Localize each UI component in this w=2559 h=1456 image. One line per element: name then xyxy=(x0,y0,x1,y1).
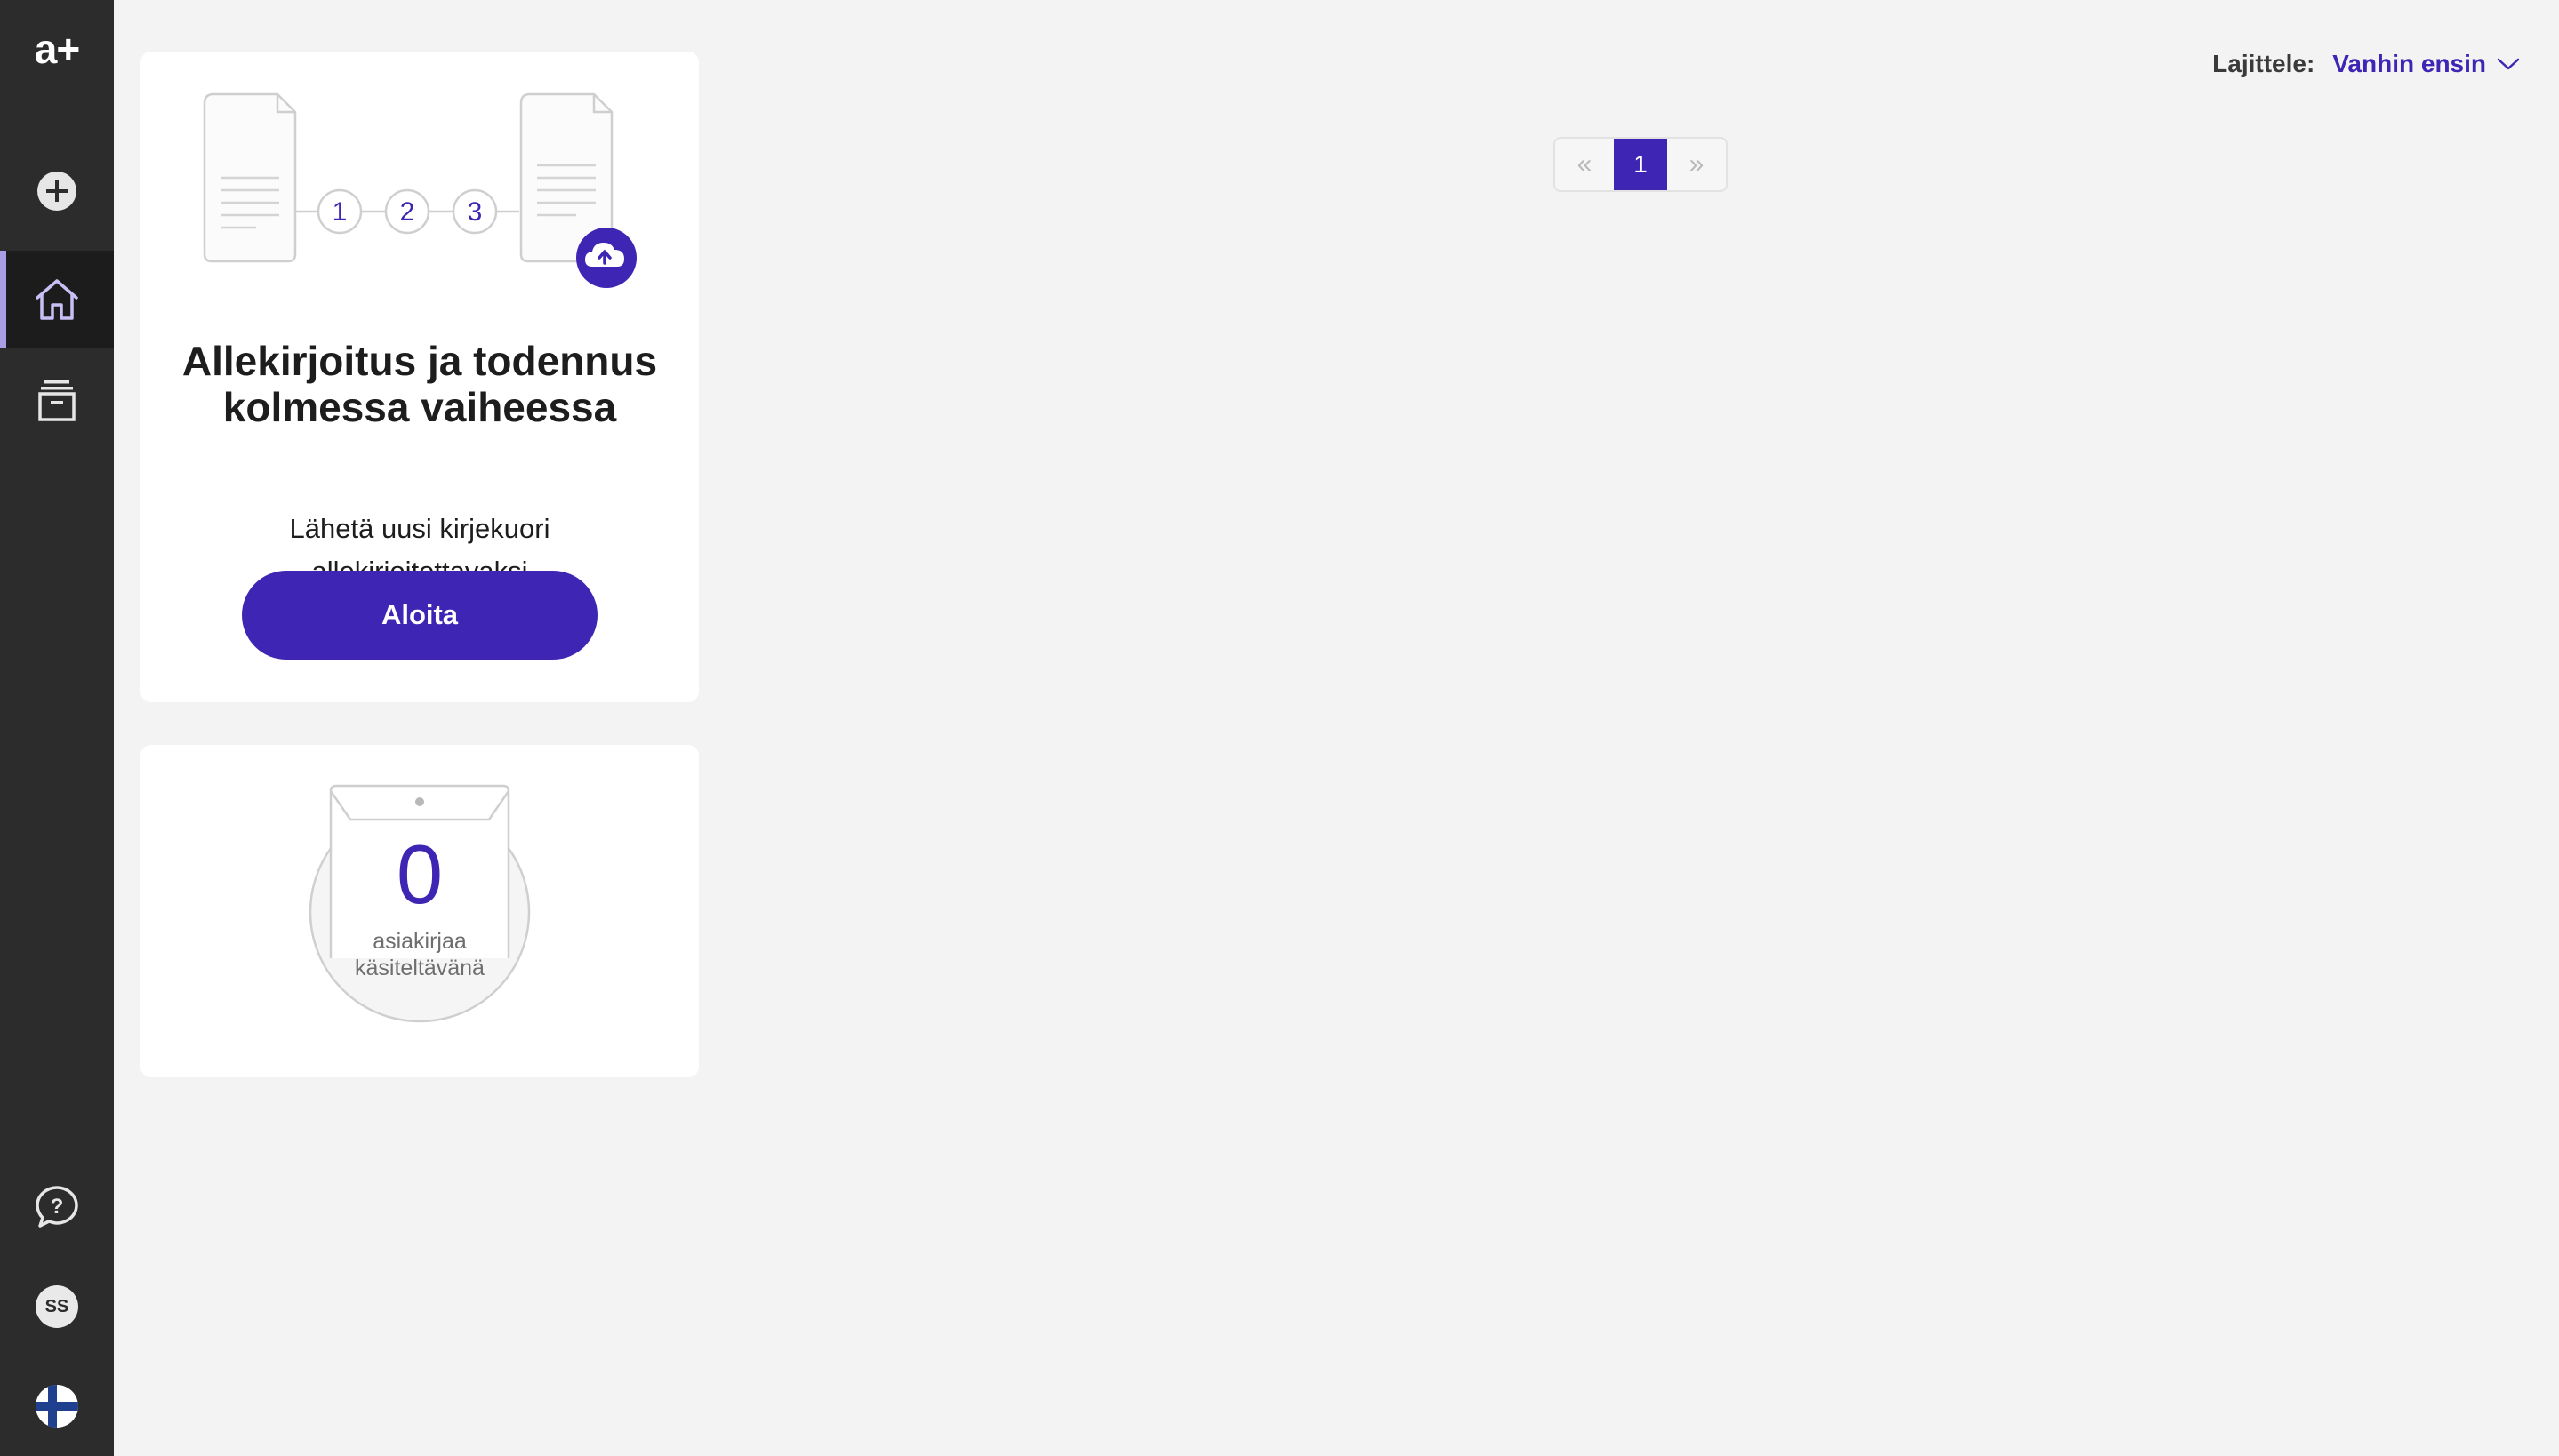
plus-circle-icon xyxy=(37,172,76,211)
finland-flag-icon xyxy=(36,1385,78,1428)
document-icon xyxy=(203,92,297,263)
sidebar: a+ ? SS xyxy=(0,0,114,1456)
next-page-button[interactable]: » xyxy=(1667,139,1726,190)
sidebar-item-archive[interactable] xyxy=(0,351,114,449)
avatar: SS xyxy=(36,1285,78,1328)
start-card: 1 2 3 Allekirjoitus ja todennus kolmessa… xyxy=(140,52,699,702)
sort-label: Lajittele: xyxy=(2212,50,2315,77)
cloud-upload-icon xyxy=(576,228,637,288)
user-menu-button[interactable]: SS xyxy=(0,1258,114,1356)
sidebar-item-home[interactable] xyxy=(0,251,114,348)
help-icon: ? xyxy=(36,1186,78,1228)
step-3-label: 3 xyxy=(468,197,483,227)
pending-documents-count: 0 xyxy=(396,828,444,921)
language-button[interactable] xyxy=(0,1357,114,1455)
pending-documents-label: asiakirjaa käsiteltävänä xyxy=(355,929,485,980)
app-logo[interactable]: a+ xyxy=(0,20,114,78)
previous-page-button[interactable]: « xyxy=(1555,139,1614,190)
logo-text: a+ xyxy=(34,26,80,72)
svg-text:?: ? xyxy=(51,1195,64,1219)
step-1-label: 1 xyxy=(333,197,348,227)
step-2-label: 2 xyxy=(400,197,415,227)
new-envelope-button[interactable] xyxy=(0,142,114,240)
chevron-down-icon xyxy=(2497,58,2520,70)
home-icon xyxy=(36,279,78,320)
page-1-button[interactable]: 1 xyxy=(1614,139,1667,190)
sort-value: Vanhin ensin xyxy=(2332,50,2486,77)
sort-control: Lajittele: Vanhin ensin xyxy=(2212,50,2520,78)
pending-documents-card[interactable]: 0 asiakirjaa käsiteltävänä xyxy=(140,745,699,1077)
signing-steps-illustration: 1 2 3 xyxy=(203,92,637,288)
help-button[interactable]: ? xyxy=(0,1158,114,1256)
archive-icon xyxy=(38,380,76,421)
start-card-title: Allekirjoitus ja todennus kolmessa vaihe… xyxy=(181,338,658,430)
sort-dropdown[interactable]: Vanhin ensin xyxy=(2332,50,2520,78)
pagination: « 1 » xyxy=(1553,137,1728,192)
start-button[interactable]: Aloita xyxy=(242,571,598,660)
